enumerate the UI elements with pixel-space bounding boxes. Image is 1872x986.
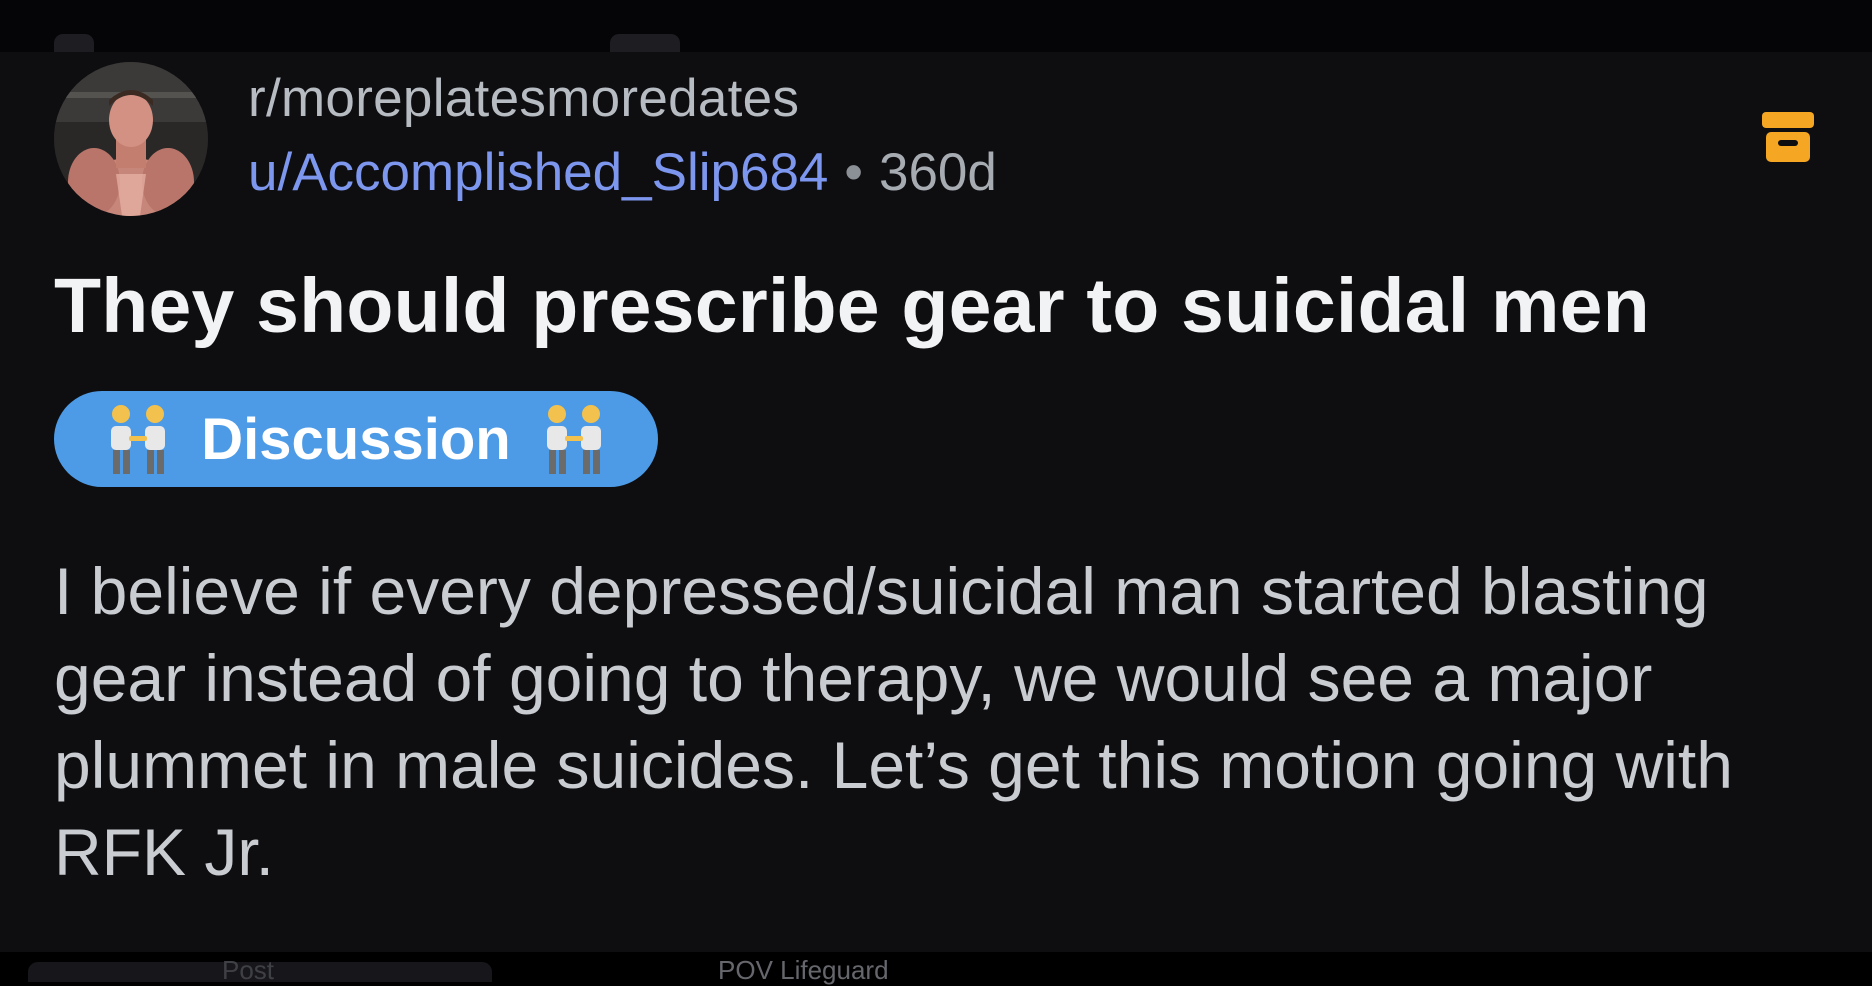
post-title[interactable]: They should prescribe gear to suicidal m… — [54, 262, 1650, 351]
top-bar — [0, 0, 1872, 52]
subreddit-link[interactable]: r/moreplatesmoredates — [248, 68, 799, 129]
two-men-holding-hands-icon — [546, 405, 601, 474]
bottom-tab-label: Post — [222, 955, 275, 985]
two-men-holding-hands-icon — [111, 405, 166, 474]
post-body: I believe if every depressed/suicidal ma… — [54, 554, 1733, 889]
username-link[interactable]: u/Accomplished_Slip684 — [248, 143, 828, 202]
avatar-image — [54, 62, 208, 216]
flair-badge[interactable]: Discussion — [54, 391, 658, 487]
bottom-caption: POV Lifeguard — [718, 955, 889, 985]
top-bar-item — [54, 34, 94, 52]
flair-label: Discussion — [201, 406, 511, 472]
post-meta: u/Accomplished_Slip684 • 360d — [248, 142, 997, 203]
avatar[interactable] — [54, 62, 208, 216]
post-age: 360d — [878, 143, 997, 202]
meta-separator: • — [844, 143, 863, 202]
archive-icon[interactable] — [1760, 110, 1816, 164]
top-bar-item — [610, 34, 680, 52]
